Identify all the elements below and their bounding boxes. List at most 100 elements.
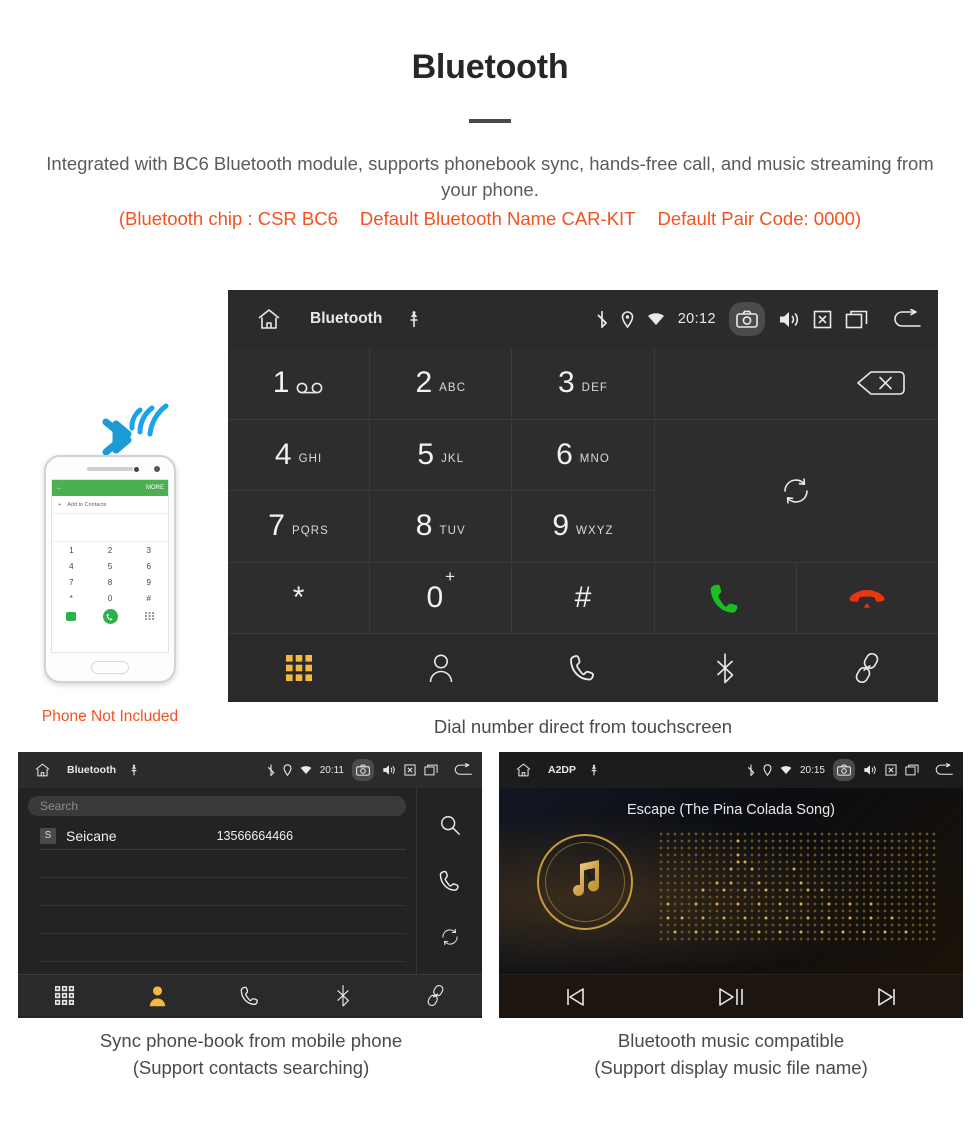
audio-spectrum-visualizer (659, 832, 937, 944)
dialpad-key-5[interactable]: 5 JKL (370, 419, 512, 490)
dialpad-key-hash[interactable]: # (512, 562, 654, 633)
recent-apps-icon[interactable] (845, 310, 868, 329)
nav-bluetooth[interactable] (296, 984, 389, 1007)
contacts-title: Bluetooth (67, 764, 116, 776)
previous-track-icon[interactable] (563, 986, 587, 1008)
wifi-icon (647, 312, 665, 326)
dialer-clock: 20:12 (677, 311, 716, 327)
back-arrow-icon[interactable] (890, 308, 924, 330)
nav-dialpad[interactable] (228, 654, 370, 681)
song-title: Escape (The Pina Colada Song) (627, 802, 835, 818)
nav-contacts[interactable] (370, 653, 512, 683)
call-icon[interactable] (439, 869, 461, 893)
nav-link[interactable] (389, 984, 482, 1007)
volume-icon[interactable] (863, 764, 877, 776)
call-button[interactable] (654, 562, 796, 633)
phone-mock-back: ← (56, 485, 62, 491)
dialpad-key-8[interactable]: 8 TUV (370, 491, 512, 562)
contacts-icon (428, 653, 454, 683)
camera-icon[interactable] (833, 759, 855, 781)
key-digit: 5 (417, 437, 435, 471)
spec-name: Default Bluetooth Name CAR-KIT (359, 207, 636, 229)
home-icon[interactable] (515, 762, 532, 778)
dialpad-key-7[interactable]: 7 PQRS (228, 491, 370, 562)
phone-mock-key: 1 (69, 545, 74, 555)
phone-mock-key: # (146, 593, 151, 603)
sync-icon[interactable] (439, 926, 461, 948)
sync-contacts-button[interactable] (654, 419, 938, 562)
dialpad-key-6[interactable]: 6 MNO (512, 419, 654, 490)
dialpad-area: 1 2 ABC 3 DEF 4 GHI 5 JKL 6 MNO 7 PQRS 8… (228, 348, 938, 633)
volume-icon[interactable] (382, 764, 396, 776)
contacts-screen: Bluetooth 20:11 Search S Seicane 1356666… (18, 752, 482, 1018)
bluetooth-icon (335, 984, 351, 1007)
back-arrow-icon[interactable] (452, 763, 474, 777)
wifi-icon (300, 765, 312, 775)
music-title: A2DP (548, 764, 577, 776)
phone-mock-sim-icon (65, 612, 76, 621)
nav-link[interactable] (796, 652, 938, 684)
close-box-icon[interactable] (404, 764, 416, 776)
contacts-body: Search S Seicane 13566664466 (18, 788, 482, 974)
dialpad-key-1[interactable]: 1 (228, 348, 370, 419)
close-box-icon[interactable] (885, 764, 897, 776)
key-letters: WXYZ (576, 524, 614, 537)
camera-icon[interactable] (729, 302, 765, 336)
backspace-button[interactable] (654, 348, 938, 419)
contacts-navbar (18, 974, 482, 1016)
phone-mock-key: 5 (107, 561, 113, 571)
search-icon[interactable] (439, 814, 461, 836)
close-box-icon[interactable] (813, 310, 832, 329)
recent-apps-icon[interactable] (424, 764, 438, 776)
camera-icon[interactable] (352, 759, 374, 781)
key-digit: 6 (556, 437, 573, 471)
nav-contacts[interactable] (111, 985, 204, 1007)
link-icon (852, 652, 882, 684)
key-letters: MNO (579, 453, 610, 466)
phone-mock-key: 4 (69, 561, 74, 571)
key-digit: # (574, 580, 592, 614)
nav-call-log[interactable] (512, 653, 654, 683)
phone-mock-key: 9 (146, 577, 151, 587)
call-log-icon (569, 653, 597, 683)
usb-icon (408, 310, 420, 328)
dialer-navbar (228, 633, 938, 701)
next-track-icon[interactable] (875, 986, 899, 1008)
key-digit: 3 (557, 366, 575, 400)
contacts-list: Search S Seicane 13566664466 (18, 788, 416, 974)
nav-call-log[interactable] (204, 985, 297, 1007)
contacts-caption: Sync phone-book from mobile phone (Suppo… (10, 1028, 492, 1082)
key-letters: TUV (439, 524, 466, 537)
recent-apps-icon[interactable] (905, 764, 919, 776)
phone-mock-key: 0 (107, 593, 113, 603)
key-digit: 8 (415, 509, 433, 543)
bluetooth-signal-icon (82, 398, 188, 460)
dialpad-key-star[interactable]: * (228, 562, 370, 633)
dialpad-key-3[interactable]: 3 DEF (512, 348, 654, 419)
phone-mock-add-contacts: Add to Contacts (67, 501, 107, 508)
phone-mock-keypad: 1 2 3 4 5 6 7 8 9 * 0 # (52, 542, 168, 606)
phone-mock-plus-icon: + (58, 501, 62, 508)
play-pause-icon[interactable] (716, 986, 746, 1008)
contact-list-item[interactable]: S Seicane 13566664466 (40, 822, 406, 850)
dialpad-key-0[interactable]: 0 + (370, 562, 512, 633)
home-icon[interactable] (256, 307, 282, 331)
key-digit: 9 (552, 509, 570, 543)
contacts-statusbar: Bluetooth 20:11 (18, 752, 482, 788)
dialpad-key-4[interactable]: 4 GHI (228, 419, 370, 490)
title-divider (469, 119, 511, 123)
dialpad-key-9[interactable]: 9 WXYZ (512, 491, 654, 562)
key-digit: 2 (415, 366, 433, 400)
key-digit: 1 (272, 366, 290, 400)
hangup-button[interactable] (796, 562, 938, 633)
nav-dialpad[interactable] (18, 986, 111, 1005)
volume-icon[interactable] (778, 310, 800, 329)
page-title: Bluetooth (411, 48, 569, 86)
search-input[interactable]: Search (28, 796, 406, 816)
location-icon (283, 764, 292, 776)
nav-bluetooth[interactable] (654, 652, 796, 684)
call-log-icon (240, 985, 260, 1007)
dialpad-key-2[interactable]: 2 ABC (370, 348, 512, 419)
home-icon[interactable] (34, 762, 51, 778)
back-arrow-icon[interactable] (933, 763, 955, 777)
